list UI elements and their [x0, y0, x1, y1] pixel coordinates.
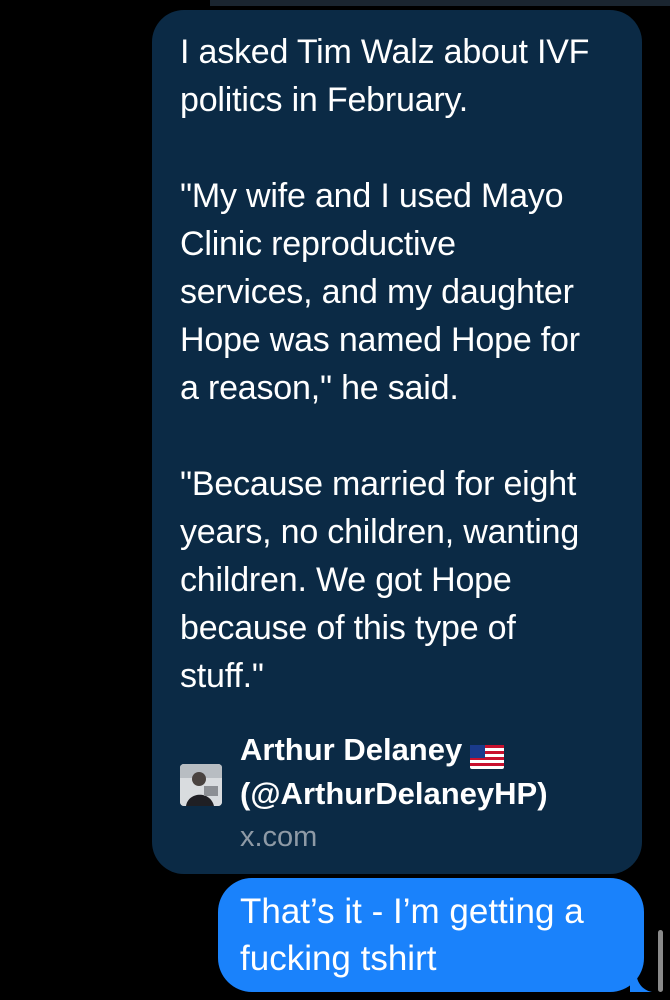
- message-thread: I asked Tim Walz about IVF politics in F…: [0, 0, 670, 1000]
- link-preview-bubble[interactable]: I asked Tim Walz about IVF politics in F…: [152, 10, 642, 874]
- sent-message-text: That’s it - I’m getting a fucking tshirt: [240, 892, 584, 978]
- author-name-text: Arthur Delaney: [240, 732, 463, 767]
- quote-paragraph-1: I asked Tim Walz about IVF politics in F…: [180, 33, 590, 119]
- sent-message-bubble[interactable]: That’s it - I’m getting a fucking tshirt: [218, 878, 652, 992]
- author-handle: (@ArthurDelaneyHP): [240, 776, 548, 811]
- link-source[interactable]: Arthur Delaney (@ArthurDelaneyHP) x.com: [178, 728, 620, 853]
- quote-paragraph-2: "My wife and I used Mayo Clinic reproduc…: [180, 177, 580, 407]
- link-domain: x.com: [240, 821, 318, 853]
- author-name: Arthur Delaney (@ArthurDelaneyHP): [240, 728, 620, 816]
- quoted-post-text: I asked Tim Walz about IVF politics in F…: [180, 28, 630, 700]
- bubble-tail: [630, 970, 652, 992]
- quote-paragraph-3: "Because married for eight years, no chi…: [180, 465, 580, 695]
- author-avatar: [180, 764, 222, 806]
- scrollbar[interactable]: [658, 930, 663, 992]
- us-flag-icon: [470, 737, 505, 769]
- previous-message-edge: [210, 0, 670, 6]
